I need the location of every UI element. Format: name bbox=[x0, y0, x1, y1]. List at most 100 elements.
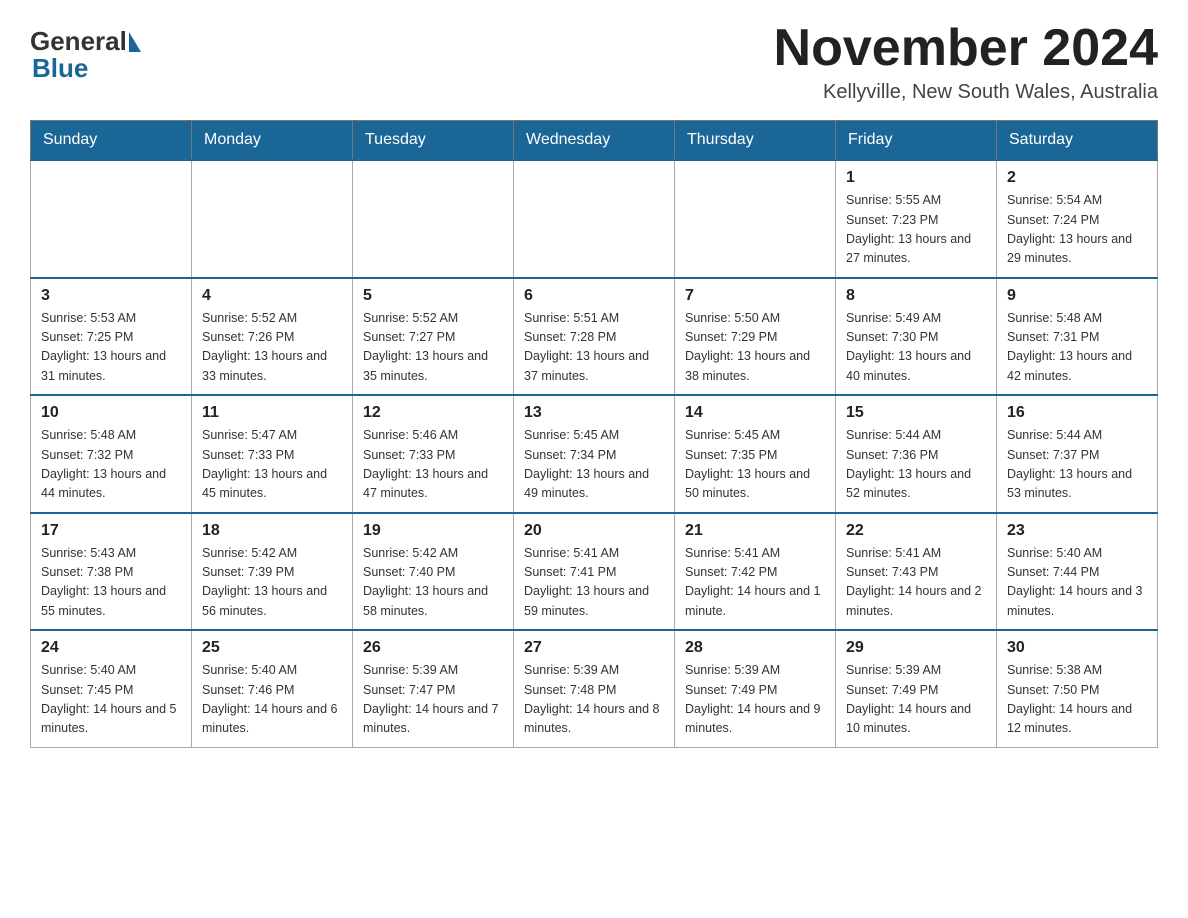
day-number: 6 bbox=[524, 287, 664, 305]
day-number: 18 bbox=[202, 522, 342, 540]
month-title: November 2024 bbox=[774, 20, 1158, 77]
day-info: Sunrise: 5:41 AM Sunset: 7:41 PM Dayligh… bbox=[524, 544, 664, 622]
calendar-cell: 14 Sunrise: 5:45 AM Sunset: 7:35 PM Dayli… bbox=[675, 395, 836, 513]
day-info: Sunrise: 5:42 AM Sunset: 7:40 PM Dayligh… bbox=[363, 544, 503, 622]
calendar-cell: 20 Sunrise: 5:41 AM Sunset: 7:41 PM Dayli… bbox=[514, 513, 675, 631]
day-header-thursday: Thursday bbox=[675, 121, 836, 161]
calendar-cell bbox=[192, 160, 353, 278]
calendar-cell: 11 Sunrise: 5:47 AM Sunset: 7:33 PM Dayli… bbox=[192, 395, 353, 513]
day-number: 27 bbox=[524, 639, 664, 657]
day-number: 13 bbox=[524, 404, 664, 422]
day-number: 10 bbox=[41, 404, 181, 422]
page-header: General Blue November 2024 Kellyville, N… bbox=[30, 20, 1158, 104]
logo-blue-text: Blue bbox=[30, 53, 88, 84]
day-number: 7 bbox=[685, 287, 825, 305]
day-info: Sunrise: 5:52 AM Sunset: 7:26 PM Dayligh… bbox=[202, 309, 342, 387]
calendar-cell bbox=[675, 160, 836, 278]
week-row-2: 3 Sunrise: 5:53 AM Sunset: 7:25 PM Daylig… bbox=[31, 278, 1158, 396]
day-info: Sunrise: 5:40 AM Sunset: 7:45 PM Dayligh… bbox=[41, 661, 181, 739]
day-number: 5 bbox=[363, 287, 503, 305]
day-info: Sunrise: 5:41 AM Sunset: 7:43 PM Dayligh… bbox=[846, 544, 986, 622]
day-info: Sunrise: 5:39 AM Sunset: 7:49 PM Dayligh… bbox=[846, 661, 986, 739]
day-info: Sunrise: 5:45 AM Sunset: 7:35 PM Dayligh… bbox=[685, 426, 825, 504]
day-info: Sunrise: 5:49 AM Sunset: 7:30 PM Dayligh… bbox=[846, 309, 986, 387]
logo-triangle-icon bbox=[129, 32, 141, 52]
calendar-cell: 7 Sunrise: 5:50 AM Sunset: 7:29 PM Daylig… bbox=[675, 278, 836, 396]
day-info: Sunrise: 5:41 AM Sunset: 7:42 PM Dayligh… bbox=[685, 544, 825, 622]
day-info: Sunrise: 5:38 AM Sunset: 7:50 PM Dayligh… bbox=[1007, 661, 1147, 739]
day-info: Sunrise: 5:51 AM Sunset: 7:28 PM Dayligh… bbox=[524, 309, 664, 387]
calendar-cell: 25Sunrise: 5:40 AM Sunset: 7:46 PM Dayli… bbox=[192, 630, 353, 747]
day-info: Sunrise: 5:39 AM Sunset: 7:49 PM Dayligh… bbox=[685, 661, 825, 739]
day-info: Sunrise: 5:54 AM Sunset: 7:24 PM Dayligh… bbox=[1007, 191, 1147, 269]
calendar-cell: 28 Sunrise: 5:39 AM Sunset: 7:49 PM Dayli… bbox=[675, 630, 836, 747]
week-row-5: 24 Sunrise: 5:40 AM Sunset: 7:45 PM Dayli… bbox=[31, 630, 1158, 747]
calendar-cell: 15 Sunrise: 5:44 AM Sunset: 7:36 PM Dayli… bbox=[836, 395, 997, 513]
day-number: 15 bbox=[846, 404, 986, 422]
day-info: Sunrise: 5:45 AM Sunset: 7:34 PM Dayligh… bbox=[524, 426, 664, 504]
day-header-tuesday: Tuesday bbox=[353, 121, 514, 161]
day-number: 4 bbox=[202, 287, 342, 305]
calendar-cell: 2Sunrise: 5:54 AM Sunset: 7:24 PM Daylig… bbox=[997, 160, 1158, 278]
calendar-cell: 27 Sunrise: 5:39 AM Sunset: 7:48 PM Dayli… bbox=[514, 630, 675, 747]
day-number: 16 bbox=[1007, 404, 1147, 422]
day-number: 11 bbox=[202, 404, 342, 422]
calendar-cell: 24 Sunrise: 5:40 AM Sunset: 7:45 PM Dayli… bbox=[31, 630, 192, 747]
day-number: 1 bbox=[846, 169, 986, 187]
day-number: 26 bbox=[363, 639, 503, 657]
calendar-cell: 3 Sunrise: 5:53 AM Sunset: 7:25 PM Daylig… bbox=[31, 278, 192, 396]
day-number: 14 bbox=[685, 404, 825, 422]
day-info: Sunrise: 5:43 AM Sunset: 7:38 PM Dayligh… bbox=[41, 544, 181, 622]
day-number: 12 bbox=[363, 404, 503, 422]
day-number: 8 bbox=[846, 287, 986, 305]
day-info: Sunrise: 5:48 AM Sunset: 7:31 PM Dayligh… bbox=[1007, 309, 1147, 387]
day-number: 28 bbox=[685, 639, 825, 657]
calendar-cell: 12Sunrise: 5:46 AM Sunset: 7:33 PM Dayli… bbox=[353, 395, 514, 513]
day-number: 19 bbox=[363, 522, 503, 540]
day-number: 23 bbox=[1007, 522, 1147, 540]
calendar-cell: 16 Sunrise: 5:44 AM Sunset: 7:37 PM Dayli… bbox=[997, 395, 1158, 513]
calendar-header-row: SundayMondayTuesdayWednesdayThursdayFrid… bbox=[31, 121, 1158, 161]
title-block: November 2024 Kellyville, New South Wale… bbox=[774, 20, 1158, 104]
calendar-cell: 17Sunrise: 5:43 AM Sunset: 7:38 PM Dayli… bbox=[31, 513, 192, 631]
week-row-4: 17Sunrise: 5:43 AM Sunset: 7:38 PM Dayli… bbox=[31, 513, 1158, 631]
day-info: Sunrise: 5:55 AM Sunset: 7:23 PM Dayligh… bbox=[846, 191, 986, 269]
day-number: 21 bbox=[685, 522, 825, 540]
day-number: 3 bbox=[41, 287, 181, 305]
day-number: 22 bbox=[846, 522, 986, 540]
calendar-cell: 9 Sunrise: 5:48 AM Sunset: 7:31 PM Daylig… bbox=[997, 278, 1158, 396]
day-number: 24 bbox=[41, 639, 181, 657]
day-number: 30 bbox=[1007, 639, 1147, 657]
day-info: Sunrise: 5:47 AM Sunset: 7:33 PM Dayligh… bbox=[202, 426, 342, 504]
calendar-cell: 29 Sunrise: 5:39 AM Sunset: 7:49 PM Dayli… bbox=[836, 630, 997, 747]
week-row-1: 1 Sunrise: 5:55 AM Sunset: 7:23 PM Daylig… bbox=[31, 160, 1158, 278]
day-number: 20 bbox=[524, 522, 664, 540]
calendar-cell: 5 Sunrise: 5:52 AM Sunset: 7:27 PM Daylig… bbox=[353, 278, 514, 396]
calendar-table: SundayMondayTuesdayWednesdayThursdayFrid… bbox=[30, 120, 1158, 748]
calendar-cell bbox=[514, 160, 675, 278]
calendar-cell: 13 Sunrise: 5:45 AM Sunset: 7:34 PM Dayli… bbox=[514, 395, 675, 513]
calendar-cell: 6 Sunrise: 5:51 AM Sunset: 7:28 PM Daylig… bbox=[514, 278, 675, 396]
calendar-cell: 19 Sunrise: 5:42 AM Sunset: 7:40 PM Dayli… bbox=[353, 513, 514, 631]
day-header-monday: Monday bbox=[192, 121, 353, 161]
calendar-cell: 18 Sunrise: 5:42 AM Sunset: 7:39 PM Dayli… bbox=[192, 513, 353, 631]
day-info: Sunrise: 5:44 AM Sunset: 7:37 PM Dayligh… bbox=[1007, 426, 1147, 504]
day-info: Sunrise: 5:52 AM Sunset: 7:27 PM Dayligh… bbox=[363, 309, 503, 387]
logo: General Blue bbox=[30, 20, 143, 84]
day-info: Sunrise: 5:50 AM Sunset: 7:29 PM Dayligh… bbox=[685, 309, 825, 387]
day-info: Sunrise: 5:39 AM Sunset: 7:48 PM Dayligh… bbox=[524, 661, 664, 739]
day-info: Sunrise: 5:44 AM Sunset: 7:36 PM Dayligh… bbox=[846, 426, 986, 504]
day-info: Sunrise: 5:39 AM Sunset: 7:47 PM Dayligh… bbox=[363, 661, 503, 739]
day-header-wednesday: Wednesday bbox=[514, 121, 675, 161]
calendar-cell bbox=[353, 160, 514, 278]
day-number: 29 bbox=[846, 639, 986, 657]
day-header-sunday: Sunday bbox=[31, 121, 192, 161]
calendar-cell: 21 Sunrise: 5:41 AM Sunset: 7:42 PM Dayli… bbox=[675, 513, 836, 631]
calendar-cell: 4 Sunrise: 5:52 AM Sunset: 7:26 PM Daylig… bbox=[192, 278, 353, 396]
calendar-cell: 8 Sunrise: 5:49 AM Sunset: 7:30 PM Daylig… bbox=[836, 278, 997, 396]
day-info: Sunrise: 5:42 AM Sunset: 7:39 PM Dayligh… bbox=[202, 544, 342, 622]
day-info: Sunrise: 5:53 AM Sunset: 7:25 PM Dayligh… bbox=[41, 309, 181, 387]
day-info: Sunrise: 5:40 AM Sunset: 7:44 PM Dayligh… bbox=[1007, 544, 1147, 622]
day-number: 9 bbox=[1007, 287, 1147, 305]
calendar-cell: 1 Sunrise: 5:55 AM Sunset: 7:23 PM Daylig… bbox=[836, 160, 997, 278]
